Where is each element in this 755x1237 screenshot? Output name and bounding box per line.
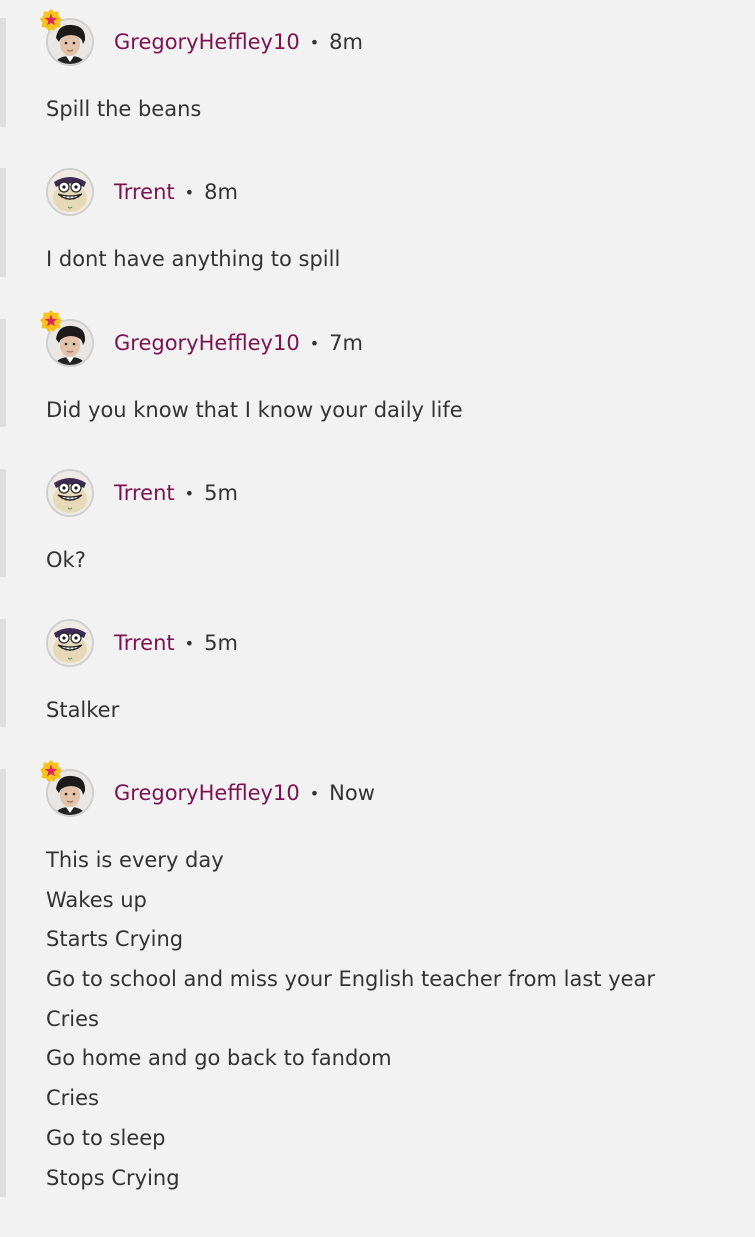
comment-line: Cries <box>46 1006 99 1031</box>
comment-header: GregoryHeffley10 • Now <box>40 760 375 817</box>
avatar[interactable] <box>40 9 94 66</box>
comment-body: Did you know that I know your daily life <box>46 391 736 431</box>
cartoon-face-icon <box>48 170 92 214</box>
thread-rail <box>0 619 6 727</box>
comment-line: Stalker <box>46 698 120 722</box>
comment-header: Trrent • 8m <box>46 168 238 216</box>
separator-dot: • <box>309 32 320 52</box>
comment: Trrent • 5m Ok? <box>0 469 755 577</box>
star-badge-icon <box>39 8 63 32</box>
separator-dot: • <box>184 633 195 653</box>
avatar[interactable] <box>46 619 94 667</box>
trent-avatar[interactable] <box>46 469 94 517</box>
thread-rail <box>0 18 6 127</box>
avatar[interactable] <box>40 310 94 367</box>
avatar[interactable] <box>46 469 94 517</box>
cartoon-face-icon <box>48 471 92 515</box>
comment-line: Go to sleep <box>46 1125 166 1150</box>
comment-body: I dont have anything to spill <box>46 240 736 280</box>
comment-line: This is every day <box>46 848 224 872</box>
comment: GregoryHeffley10 • 7m Did you know that … <box>0 310 755 427</box>
trent-avatar[interactable] <box>46 619 94 667</box>
comment: Trrent • 8m I dont have anything to spil… <box>0 168 755 277</box>
comment-author[interactable]: Trrent <box>114 631 175 655</box>
comment-line: Go to school and miss your English teach… <box>46 967 656 992</box>
separator-dot: • <box>309 783 320 803</box>
comment: GregoryHeffley10 • 8m Spill the beans <box>0 9 755 130</box>
comment-line: Stops Crying <box>46 1165 180 1190</box>
comment-header: GregoryHeffley10 • 8m <box>40 9 363 66</box>
separator-dot: • <box>309 333 320 353</box>
comment-line: Starts Crying <box>46 927 184 952</box>
trent-avatar[interactable] <box>46 168 94 216</box>
comment-time: 7m <box>329 331 363 355</box>
thread-rail <box>0 769 6 1197</box>
separator-dot: • <box>184 182 195 202</box>
comment-line: Cries <box>46 1086 99 1111</box>
comment-header: Trrent • 5m <box>46 469 238 517</box>
comment: Trrent • 5m Stalker <box>0 619 755 727</box>
comment-line: Did you know that I know your daily life <box>46 398 463 422</box>
comment-author[interactable]: GregoryHeffley10 <box>114 781 300 805</box>
thread-rail <box>0 168 6 277</box>
separator-dot: • <box>184 483 195 503</box>
comment-author[interactable]: GregoryHeffley10 <box>114 30 300 54</box>
cartoon-face-icon <box>48 621 92 665</box>
comment-header: GregoryHeffley10 • 7m <box>40 310 363 367</box>
comment-body: Spill the beans <box>46 90 736 130</box>
comment-line: Spill the beans <box>46 97 202 121</box>
thread-rail <box>0 469 6 577</box>
comment-time: 5m <box>204 631 238 655</box>
avatar[interactable] <box>46 168 94 216</box>
comment-line: Ok? <box>46 548 86 572</box>
comment-author[interactable]: GregoryHeffley10 <box>114 331 300 355</box>
comment-body: This is every day Wakes up Starts Crying… <box>46 841 736 1198</box>
comment-time: 5m <box>204 481 238 505</box>
comment-line: Wakes up <box>46 887 147 912</box>
comment-body: Stalker <box>46 691 736 731</box>
star-badge-icon <box>39 759 63 783</box>
comment: GregoryHeffley10 • Now This is every day… <box>0 760 755 1198</box>
comment-author[interactable]: Trrent <box>114 481 175 505</box>
thread-rail <box>0 319 6 427</box>
comment-line: Go home and go back to fandom <box>46 1046 392 1071</box>
star-badge-icon <box>39 309 63 333</box>
comment-thread: GregoryHeffley10 • 8m Spill the beans Tr… <box>0 0 755 1237</box>
comment-line: I dont have anything to spill <box>46 247 341 271</box>
comment-time: Now <box>329 781 375 805</box>
comment-body: Ok? <box>46 541 736 581</box>
comment-time: 8m <box>329 30 363 54</box>
comment-time: 8m <box>204 180 238 204</box>
avatar[interactable] <box>40 760 94 817</box>
comment-header: Trrent • 5m <box>46 619 238 667</box>
comment-author[interactable]: Trrent <box>114 180 175 204</box>
